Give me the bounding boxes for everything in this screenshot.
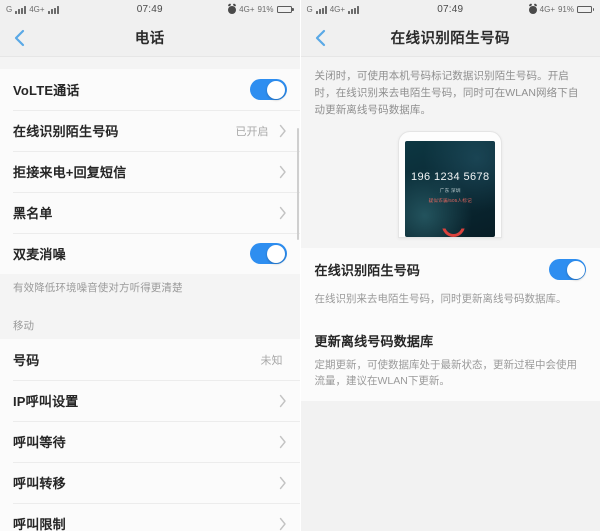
left-phone-screen: G 4G+ 07:49 4G+ 91% 电话 VoLTE通话 在线识别陌生号码 …	[0, 0, 301, 531]
hangup-phone-icon	[442, 214, 459, 223]
battery-icon	[276, 6, 294, 13]
settings-group-mobile: 号码 未知 IP呼叫设置 呼叫等待 呼叫转移 呼叫限制	[0, 339, 300, 531]
row-call-forwarding[interactable]: 呼叫转移	[0, 462, 300, 504]
update-database-description: 定期更新，可使数据库处于最新状态，更新过程中会使用流量，建议在WLAN下更新。	[300, 356, 600, 402]
chevron-right-icon	[279, 517, 287, 531]
incoming-call-screen: 196 1234 5678 广东 深圳 疑似诈骗/505人标记	[405, 141, 496, 238]
online-identify-toggle[interactable]	[549, 259, 586, 281]
dual-mic-helper-text: 有效降低环境噪音使对方听得更清楚	[0, 274, 300, 306]
dual-screenshot-stage: G 4G+ 07:49 4G+ 91% 电话 VoLTE通话 在线识别陌生号码 …	[0, 0, 600, 531]
row-label: IP呼叫设置	[13, 394, 79, 410]
nav-bar-right: 在线识别陌生号码	[300, 19, 600, 57]
alarm-clock-icon	[228, 5, 237, 14]
update-database-title[interactable]: 更新离线号码数据库	[300, 317, 600, 357]
incoming-phone-number: 196 1234 5678	[410, 171, 490, 184]
nav-bar-left: 电话	[0, 19, 300, 57]
status-bar-right-cluster: 4G+ 91%	[228, 5, 294, 14]
battery-percent-label: 91%	[557, 5, 574, 14]
row-label: 黑名单	[13, 206, 53, 221]
row-ip-call-settings[interactable]: IP呼叫设置	[0, 380, 300, 422]
volte-toggle[interactable]	[249, 79, 287, 100]
spam-tag-label: 疑似诈骗/505人标记	[428, 198, 472, 204]
right-phone-screen: G 4G+ 07:49 4G+ 91% 在线识别陌生号码 关闭时，可使用本机号码…	[300, 0, 600, 531]
row-label: VoLTE通话	[13, 83, 80, 98]
status-bar-right: G 4G+ 07:49 4G+ 91%	[300, 0, 600, 19]
row-label: 双麦消噪	[13, 247, 66, 262]
online-identify-description: 在线识别来去电陌生号码，同时更新离线号码数据库。	[300, 291, 600, 318]
row-label: 呼叫限制	[13, 517, 66, 531]
hero-illustration: 196 1234 5678 广东 深圳 疑似诈骗/505人标记	[300, 127, 600, 249]
chevron-right-icon	[279, 476, 287, 490]
feature-intro-text: 关闭时，可使用本机号码标记数据识别陌生号码。开启时，在线识别来去电陌生号码，同时…	[300, 57, 600, 128]
alarm-clock-icon	[528, 5, 537, 14]
network-type-label-right: 4G+	[539, 5, 555, 14]
chevron-right-icon	[279, 394, 287, 408]
row-volte-call[interactable]: VoLTE通话	[0, 69, 300, 110]
battery-icon	[577, 6, 594, 13]
chevron-left-icon	[14, 28, 26, 48]
chevron-right-icon	[279, 206, 287, 220]
vertical-scrollbar[interactable]	[296, 128, 299, 240]
chevron-right-icon	[279, 435, 287, 449]
right-content-column: 关闭时，可使用本机号码标记数据识别陌生号码。开启时，在线识别来去电陌生号码，同时…	[300, 57, 600, 531]
back-button[interactable]	[0, 19, 40, 56]
network-type-label-right: 4G+	[239, 5, 255, 14]
dual-mic-toggle[interactable]	[249, 243, 287, 264]
row-label: 拒接来电+回复短信	[13, 165, 127, 180]
back-button[interactable]	[301, 19, 341, 56]
top-spacer-left	[0, 57, 300, 69]
row-online-identify-toggle[interactable]: 在线识别陌生号码	[301, 248, 600, 291]
chevron-right-icon	[279, 124, 287, 138]
row-reject-call-reply-sms[interactable]: 拒接来电+回复短信	[0, 151, 300, 192]
bottom-filler	[300, 401, 600, 531]
row-blacklist[interactable]: 黑名单	[0, 192, 300, 233]
chevron-right-icon	[279, 165, 287, 179]
online-identify-card: 在线识别陌生号码 在线识别来去电陌生号码，同时更新离线号码数据库。	[300, 248, 600, 318]
row-label: 在线识别陌生号码	[13, 124, 119, 139]
page-title: 电话	[134, 31, 165, 47]
section-header-mobile: 移动	[0, 305, 300, 340]
row-label: 在线识别陌生号码	[314, 263, 421, 279]
status-bar-left: G 4G+ 07:49 4G+ 91%	[0, 0, 300, 19]
battery-percent-label: 91%	[257, 5, 274, 14]
row-call-barring[interactable]: 呼叫限制	[0, 503, 300, 531]
status-bar-right-cluster: 4G+ 91%	[528, 5, 594, 14]
settings-group-general: VoLTE通话 在线识别陌生号码 已开启 拒接来电+回复短信 黑名单 双麦消噪	[0, 69, 300, 274]
row-call-waiting[interactable]: 呼叫等待	[0, 421, 300, 463]
row-label: 呼叫等待	[13, 435, 66, 451]
row-label: 呼叫转移	[13, 476, 66, 492]
incoming-call-location: 广东 深圳	[439, 188, 461, 194]
row-dual-mic-noise-reduction[interactable]: 双麦消噪	[0, 233, 300, 274]
row-value: 未知	[260, 354, 283, 367]
update-database-card: 更新离线号码数据库 定期更新，可使数据库处于最新状态，更新过程中会使用流量，建议…	[300, 317, 600, 402]
phone-mockup: 196 1234 5678 广东 深圳 疑似诈骗/505人标记	[398, 131, 503, 239]
row-online-identify-unknown[interactable]: 在线识别陌生号码 已开启	[0, 110, 300, 151]
row-number[interactable]: 号码 未知	[0, 339, 300, 381]
page-title: 在线识别陌生号码	[390, 31, 510, 47]
row-label: 号码	[13, 353, 40, 369]
row-value: 已开启	[235, 125, 269, 138]
chevron-left-icon	[315, 28, 327, 48]
